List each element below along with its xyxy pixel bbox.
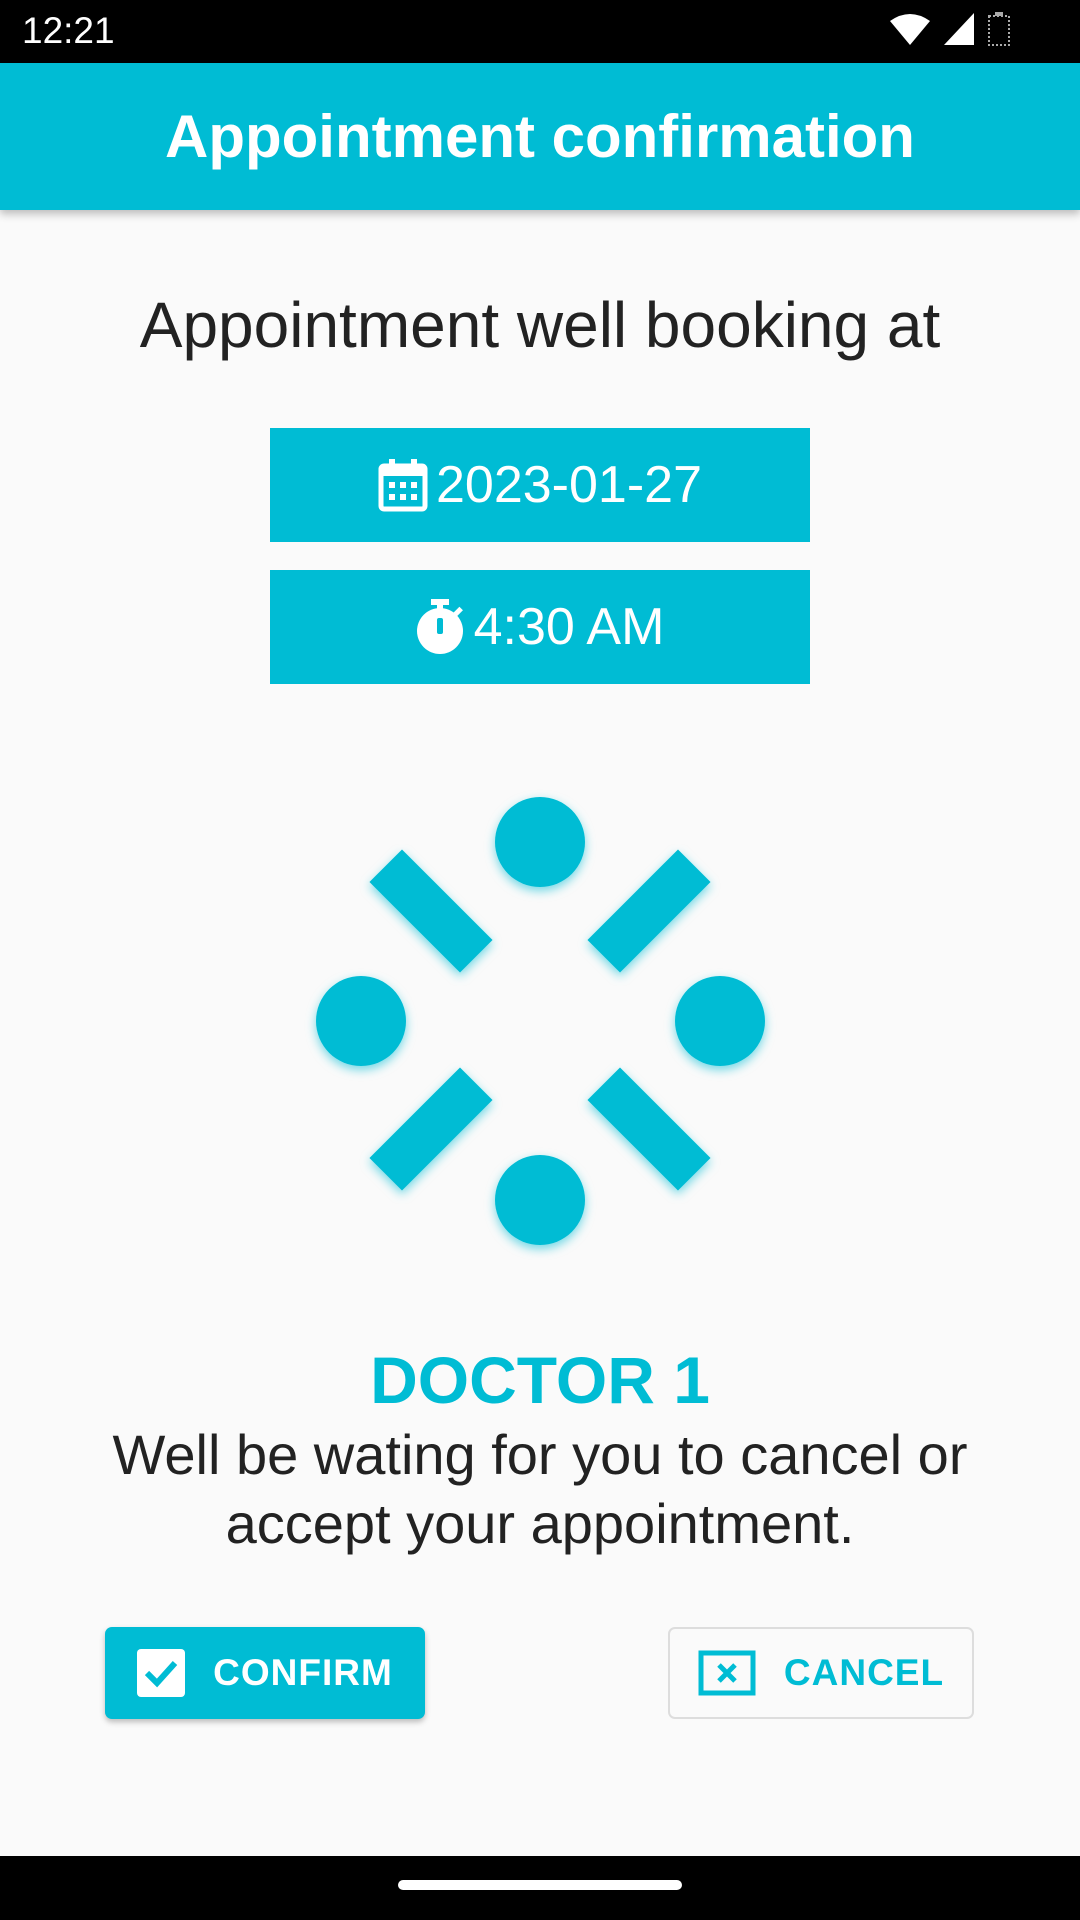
stopwatch-icon	[416, 599, 463, 654]
doctor-name: DOCTOR 1	[370, 1343, 710, 1417]
app-bar: Appointment confirmation	[0, 63, 1080, 210]
navigation-bar	[0, 1856, 1080, 1920]
status-icons	[890, 12, 1010, 46]
cancel-label: CANCEL	[783, 1652, 945, 1693]
checkbox-checked-icon	[137, 1649, 186, 1697]
page-title: Appointment confirmation	[165, 103, 915, 170]
close-box-icon	[698, 1650, 756, 1696]
date-value: 2023-01-27	[436, 456, 702, 514]
battery-icon	[988, 12, 1010, 46]
booking-subtitle: Appointment well booking at	[139, 289, 941, 361]
app-logo	[316, 797, 765, 1245]
status-bar: 12:21	[0, 0, 1080, 63]
calendar-icon	[378, 459, 428, 512]
confirm-label: CONFIRM	[213, 1652, 393, 1693]
time-value: 4:30 AM	[473, 598, 665, 656]
wifi-icon	[890, 14, 930, 45]
cell-signal-icon	[944, 13, 974, 45]
status-time: 12:21	[22, 10, 115, 51]
time-button[interactable]: 4:30 AM	[270, 570, 810, 684]
confirm-button[interactable]: CONFIRM	[105, 1627, 425, 1719]
date-button[interactable]: 2023-01-27	[270, 428, 810, 542]
waiting-message: Well be wating for you to cancel or acce…	[112, 1423, 968, 1555]
cancel-button[interactable]: CANCEL	[668, 1627, 974, 1719]
home-handle[interactable]	[398, 1880, 682, 1890]
